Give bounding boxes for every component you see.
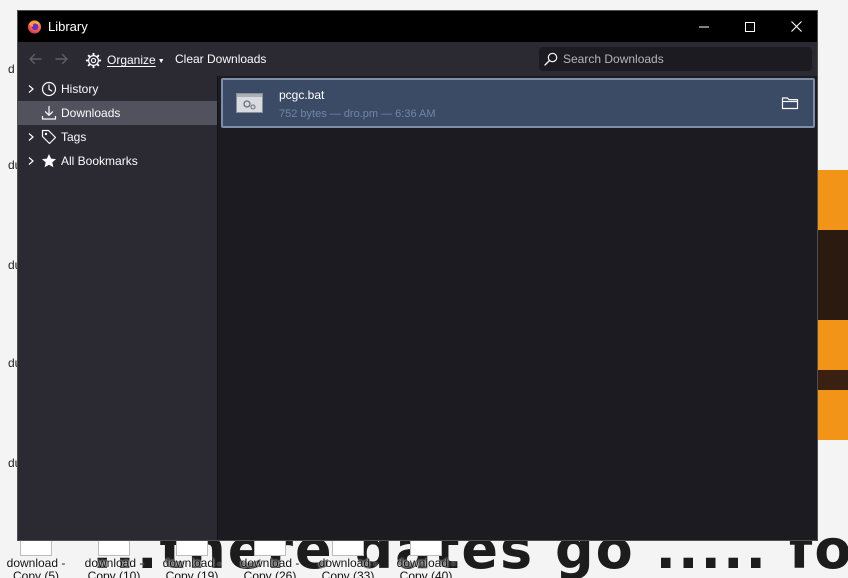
star-icon [42,154,56,168]
background-image-shape [818,370,848,390]
desktop-icon-label: download - [318,556,378,570]
file-thumbnail-icon [98,540,130,556]
sidebar-item-label: All Bookmarks [61,154,138,168]
maximize-button[interactable] [727,11,773,42]
desktop-icon[interactable]: download - Copy (10) [78,540,150,578]
organize-label: Organize [107,53,156,67]
desktop-icon-label-clipped[interactable]: d [8,62,15,76]
desktop-icon-label: download - [84,556,144,570]
sidebar-item-tags[interactable]: Tags [18,125,217,149]
downloads-list: pcgc.bat 752 bytes — dro.pm — 6:36 AM [219,76,817,540]
file-thumbnail-icon [254,540,286,556]
desktop-icon-label: download - [396,556,456,570]
desktop-icon-row: download - Copy (5) download - Copy (10)… [0,540,848,578]
sidebar-item-all-bookmarks[interactable]: All Bookmarks [18,149,217,173]
desktop-icon-sublabel: Copy (5) [12,569,59,578]
sidebar-item-history[interactable]: History [18,77,217,101]
organize-menu-button[interactable]: Organize ▼ [85,50,165,70]
batch-file-icon [236,93,263,113]
minimize-button[interactable] [681,11,727,42]
desktop-icon[interactable]: download - Copy (5) [0,540,72,578]
background-image-shape [818,230,848,320]
close-button[interactable] [773,11,819,42]
file-thumbnail-icon [176,540,208,556]
back-arrow-icon[interactable] [27,51,43,67]
gear-icon [237,94,262,110]
file-thumbnail-icon [20,540,52,556]
desktop-icon-sublabel: Copy (40) [399,569,453,578]
download-item[interactable]: pcgc.bat 752 bytes — dro.pm — 6:36 AM [221,78,815,128]
window-title: Library [48,19,88,34]
chevron-down-icon: ▼ [157,57,165,65]
desktop-icon[interactable]: download - Copy (19) [156,540,228,578]
desktop-icon-label: download - [240,556,300,570]
chevron-right-icon[interactable] [26,132,36,142]
file-thumbnail-icon [332,540,364,556]
search-downloads-input[interactable] [563,52,812,66]
sidebar-item-label: Downloads [61,106,121,120]
download-status: 752 bytes — dro.pm — 6:36 AM [279,108,436,120]
chevron-right-icon[interactable] [26,84,36,94]
file-thumbnail-icon [410,540,442,556]
forward-arrow-icon[interactable] [54,51,70,67]
download-icon [41,105,57,120]
desktop-icon-sublabel: Copy (19) [165,569,219,578]
gear-icon [85,52,102,68]
desktop-icon[interactable]: download - Copy (33) [312,540,384,578]
desktop-icon-sublabel: Copy (33) [321,569,375,578]
folder-icon[interactable] [781,95,799,111]
minimize-icon [699,26,709,27]
download-file-name: pcgc.bat [279,88,325,102]
desktop-icon-label: download - [162,556,222,570]
sidebar-item-label: History [61,82,99,96]
close-icon [790,21,802,32]
search-box[interactable] [539,47,812,71]
desktop-icon-sublabel: Copy (10) [87,569,141,578]
firefox-logo-icon [27,20,42,34]
tag-icon [41,129,57,145]
maximize-icon [745,21,755,32]
clear-downloads-button[interactable]: Clear Downloads [175,52,266,66]
title-bar[interactable]: Library [18,11,817,42]
desktop-icon-label: download - [6,556,66,570]
library-toolbar: Organize ▼ Clear Downloads [18,42,817,76]
desktop-icon-sublabel: Copy (26) [243,569,297,578]
chevron-right-icon[interactable] [26,156,36,166]
background-image-panel [818,170,848,440]
sidebar-item-downloads[interactable]: Downloads [18,101,217,125]
clock-icon [41,81,57,97]
desktop-icon[interactable]: download - Copy (40) [390,540,462,578]
library-sidebar: History Downloads Tags All Bookmarks [18,76,218,540]
search-icon [544,52,558,66]
desktop-icon[interactable]: download - Copy (26) [234,540,306,578]
library-window: Library Organize ▼ Clear Downloads Searc… [17,10,818,541]
sidebar-item-label: Tags [61,130,87,144]
